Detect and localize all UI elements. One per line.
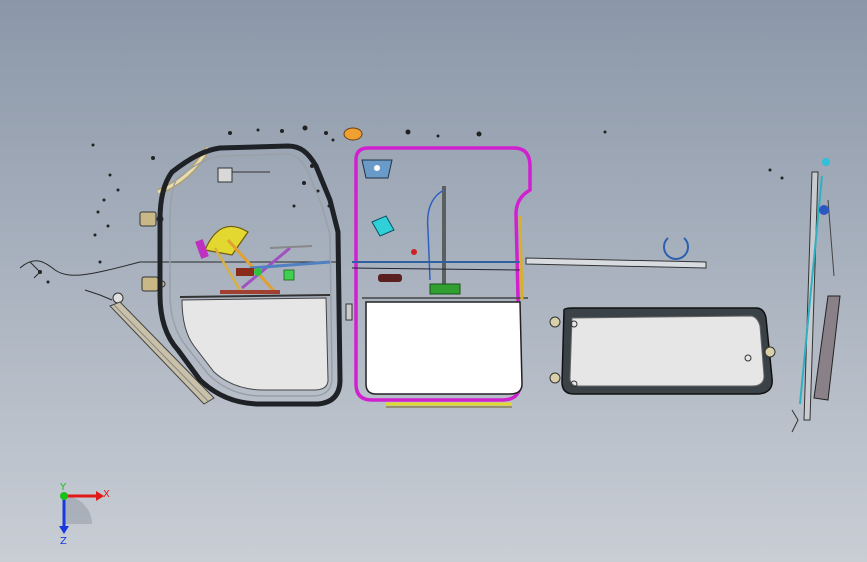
harness-connector-icon xyxy=(112,292,124,304)
orange-grommet xyxy=(343,127,363,141)
coordinate-triad: X Y Z xyxy=(59,482,110,547)
axis-z-label: Z xyxy=(60,536,67,547)
center-door-frame[interactable] xyxy=(345,146,532,402)
ring-clip-icon xyxy=(663,237,689,260)
axis-y-label: Y xyxy=(59,482,67,493)
center-door-glass xyxy=(365,301,523,395)
left-window-regulator xyxy=(195,167,331,294)
exploded-door-assembly[interactable]: X Y Z xyxy=(0,0,867,562)
left-door-glass xyxy=(181,297,329,391)
right-window-panel[interactable] xyxy=(549,307,776,395)
axis-x-label: X xyxy=(103,489,110,500)
right-window-glass xyxy=(569,315,765,387)
vertical-channel-assembly xyxy=(791,158,841,433)
cad-viewport[interactable]: X Y Z xyxy=(0,0,867,562)
